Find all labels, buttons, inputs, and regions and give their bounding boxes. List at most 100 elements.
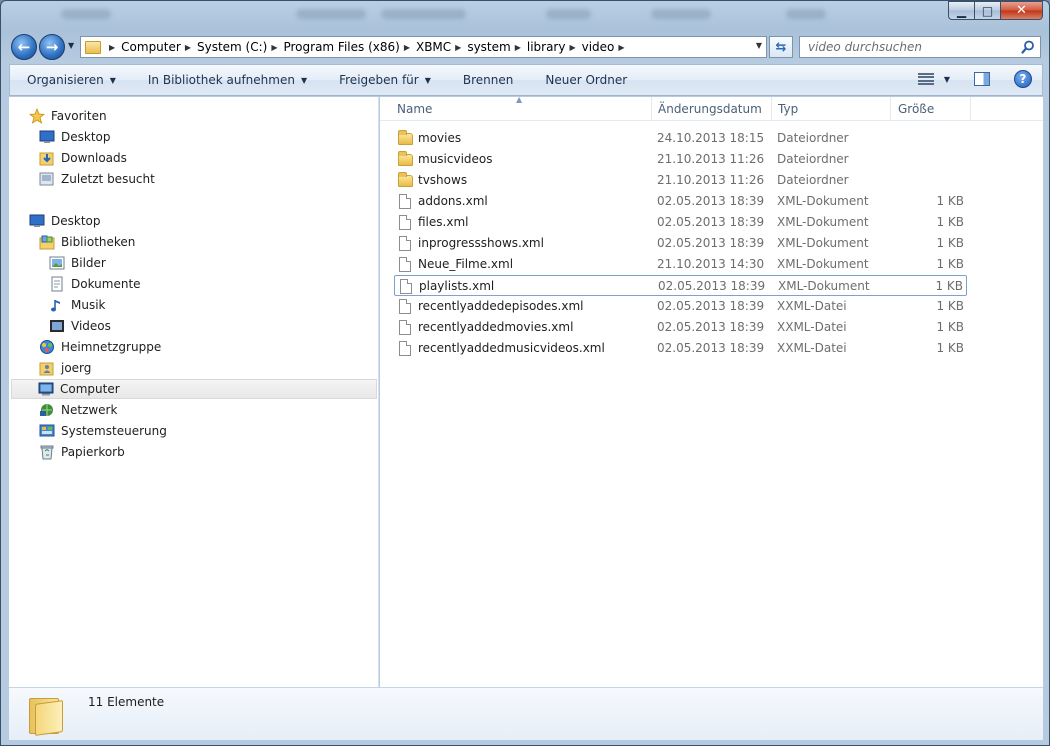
search-input[interactable]: video durchsuchen — [799, 36, 1041, 58]
column-date[interactable]: Änderungsdatum — [658, 102, 762, 116]
title-blur — [546, 9, 591, 19]
table-row[interactable]: inprogressshows.xml 02.05.2013 18:39 XML… — [394, 233, 967, 254]
file-type: Dateiordner — [777, 173, 849, 187]
sidebar-item-pictures[interactable]: Bilder — [49, 253, 106, 273]
chevron-right-icon[interactable]: ▶ — [185, 43, 191, 52]
file-size: 1 KB — [936, 215, 964, 229]
desktop-icon — [39, 130, 55, 143]
address-dropdown-icon[interactable]: ▼ — [756, 41, 762, 50]
sidebar-item-recycle-bin[interactable]: Papierkorb — [39, 442, 125, 462]
table-row-selected[interactable]: playlists.xml 02.05.2013 18:39 XML-Dokum… — [394, 275, 967, 296]
column-type[interactable]: Typ — [778, 102, 798, 116]
sidebar-label: Papierkorb — [61, 445, 125, 459]
maximize-icon: □ — [981, 3, 994, 18]
file-date: 21.10.2013 14:30 — [657, 257, 765, 271]
sidebar-item-network[interactable]: Netzwerk — [39, 400, 117, 420]
sidebar-item-control-panel[interactable]: Systemsteuerung — [39, 421, 167, 441]
chevron-right-icon[interactable]: ▶ — [515, 43, 521, 52]
file-name: recentlyaddedmusicvideos.xml — [418, 341, 605, 355]
refresh-button[interactable]: ⇆ — [769, 36, 793, 58]
chevron-down-icon[interactable]: ▼ — [944, 75, 950, 84]
file-date: 02.05.2013 18:39 — [657, 236, 765, 250]
chevron-right-icon[interactable]: ▶ — [404, 43, 410, 52]
sidebar-label: Systemsteuerung — [61, 424, 167, 438]
recent-places-icon — [39, 172, 54, 186]
table-row[interactable]: tvshows 21.10.2013 11:26 Dateiordner — [394, 170, 967, 191]
breadcrumb-system[interactable]: system — [467, 40, 510, 54]
sidebar-item-homegroup[interactable]: Heimnetzgruppe — [39, 337, 161, 357]
table-row[interactable]: Neue_Filme.xml 21.10.2013 14:30 XML-Doku… — [394, 254, 967, 275]
homegroup-icon — [40, 340, 54, 354]
table-row[interactable]: files.xml 02.05.2013 18:39 XML-Dokument … — [394, 212, 967, 233]
add-to-library-menu[interactable]: In Bibliothek aufnehmen ▼ — [131, 73, 322, 87]
column-divider[interactable] — [890, 97, 891, 121]
file-date: 02.05.2013 18:39 — [657, 194, 765, 208]
address-bar[interactable]: ▶ Computer ▶ System (C:) ▶ Program Files… — [80, 36, 767, 58]
breadcrumb-library[interactable]: library — [527, 40, 566, 54]
breadcrumb-computer[interactable]: Computer — [121, 40, 181, 54]
sidebar-item-videos[interactable]: Videos — [49, 316, 111, 336]
sidebar-item-recent[interactable]: Zuletzt besucht — [39, 169, 155, 189]
table-row[interactable]: recentlyaddedmovies.xml 02.05.2013 18:39… — [394, 317, 967, 338]
column-size[interactable]: Größe — [898, 102, 934, 116]
chevron-right-icon[interactable]: ▶ — [569, 43, 575, 52]
column-divider[interactable] — [651, 97, 652, 121]
help-icon[interactable]: ? — [1014, 70, 1032, 88]
breadcrumb-system-c[interactable]: System (C:) — [197, 40, 267, 54]
sidebar-item-documents[interactable]: Dokumente — [49, 274, 141, 294]
chevron-right-icon[interactable]: ▶ — [455, 43, 461, 52]
explorer-window: ▁ □ ✕ ← → ▼ ▶ Computer ▶ System (C:) ▶ P… — [0, 0, 1050, 746]
sidebar-item-downloads[interactable]: Downloads — [39, 148, 127, 168]
sidebar-item-libraries[interactable]: Bibliotheken — [39, 232, 135, 252]
document-icon — [399, 341, 411, 356]
forward-button[interactable]: → — [39, 34, 65, 60]
column-divider[interactable] — [771, 97, 772, 121]
table-row[interactable]: recentlyaddedepisodes.xml 02.05.2013 18:… — [394, 296, 967, 317]
title-blur — [651, 9, 711, 19]
document-icon — [399, 194, 411, 209]
table-row[interactable]: movies 24.10.2013 18:15 Dateiordner — [394, 128, 967, 149]
recent-pages-dropdown[interactable]: ▼ — [68, 41, 74, 50]
sidebar-item-computer[interactable]: Computer — [11, 379, 377, 399]
new-folder-button[interactable]: Neuer Ordner — [528, 73, 642, 87]
file-type: XML-Dokument — [777, 236, 869, 250]
sidebar-item-user[interactable]: joerg — [39, 358, 91, 378]
back-button[interactable]: ← — [11, 34, 37, 60]
chevron-right-icon[interactable]: ▶ — [271, 43, 277, 52]
file-type: XXML-Datei — [777, 341, 847, 355]
organize-menu[interactable]: Organisieren ▼ — [10, 73, 131, 87]
sidebar-label: Bibliotheken — [61, 235, 136, 249]
sidebar-item-desktop-favorite[interactable]: Desktop — [39, 127, 111, 147]
view-options-icon[interactable] — [917, 73, 934, 85]
breadcrumb-program-files[interactable]: Program Files (x86) — [283, 40, 399, 54]
maximize-button[interactable]: □ — [974, 1, 1000, 20]
file-size: 1 KB — [936, 341, 964, 355]
breadcrumb-video[interactable]: video — [582, 40, 615, 54]
title-blur — [381, 9, 466, 19]
breadcrumb-xbmc[interactable]: XBMC — [416, 40, 451, 54]
organize-label: Organisieren — [27, 73, 104, 87]
burn-button[interactable]: Brennen — [446, 73, 528, 87]
downloads-icon — [39, 152, 54, 166]
share-with-menu[interactable]: Freigeben für ▼ — [322, 73, 446, 87]
folder-icon — [398, 172, 413, 187]
close-button[interactable]: ✕ — [1000, 1, 1043, 20]
table-row[interactable]: recentlyaddedmusicvideos.xml 02.05.2013 … — [394, 338, 967, 359]
table-row[interactable]: addons.xml 02.05.2013 18:39 XML-Dokument… — [394, 191, 967, 212]
sidebar-item-music[interactable]: Musik — [49, 295, 106, 315]
file-name: inprogressshows.xml — [418, 236, 544, 250]
chevron-down-icon: ▼ — [300, 75, 308, 85]
pictures-icon — [49, 256, 65, 270]
document-icon — [399, 320, 411, 335]
chevron-right-icon[interactable]: ▶ — [618, 43, 624, 52]
table-row[interactable]: musicvideos 21.10.2013 11:26 Dateiordner — [394, 149, 967, 170]
minimize-button[interactable]: ▁ — [948, 1, 974, 20]
sidebar-item-desktop[interactable]: Desktop — [29, 211, 101, 231]
search-icon[interactable] — [1021, 40, 1035, 54]
column-name[interactable]: Name — [397, 102, 432, 116]
chevron-right-icon[interactable]: ▶ — [109, 43, 115, 52]
close-icon: ✕ — [1016, 3, 1027, 18]
preview-pane-icon[interactable] — [974, 72, 990, 86]
column-divider[interactable] — [970, 97, 971, 121]
sidebar-item-favorites[interactable]: Favoriten — [29, 106, 107, 126]
